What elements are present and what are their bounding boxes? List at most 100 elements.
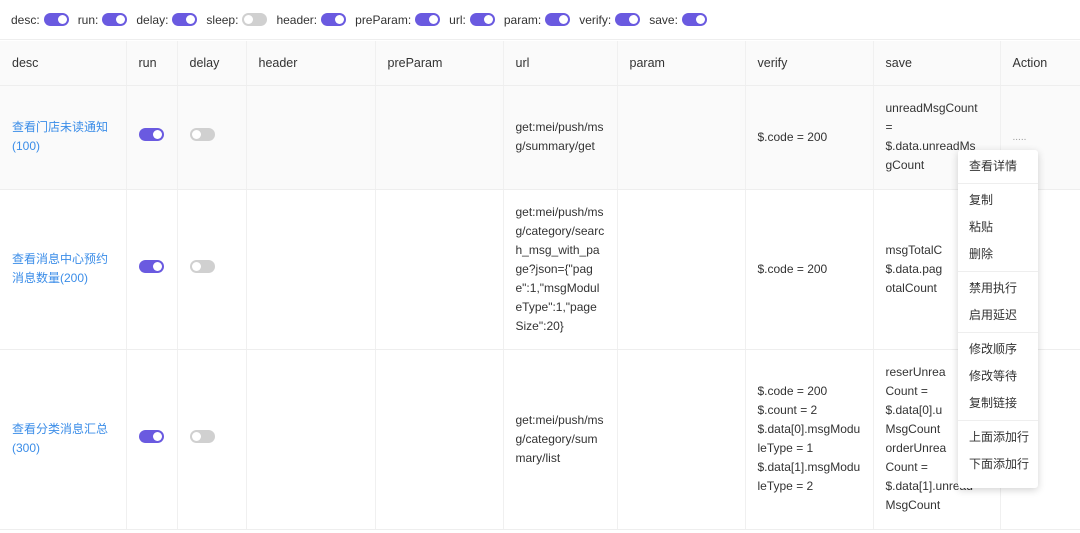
column-toggle-switch[interactable]: [102, 13, 128, 26]
menu-divider: [958, 183, 1038, 184]
switch-knob: [629, 15, 639, 24]
column-toggle-item: preParam:: [355, 12, 441, 27]
url-cell: get:mei/push/msg/category/search_msg_wit…: [503, 189, 618, 350]
switch-knob: [335, 15, 345, 24]
desc-cell[interactable]: 查看消息中心预约消息数量(200): [0, 189, 127, 350]
run-cell: [126, 189, 178, 350]
run-switch[interactable]: [138, 127, 164, 141]
header-cell: [246, 349, 376, 530]
switch-knob: [152, 261, 162, 271]
switch-knob: [191, 431, 201, 441]
switch-knob: [191, 261, 201, 271]
delay-cell: [177, 349, 247, 530]
column-toggle-item: sleep:: [206, 12, 268, 27]
run-switch[interactable]: [138, 259, 164, 273]
column-toggle-switch[interactable]: [469, 13, 495, 26]
column-toggle-label: desc:: [11, 12, 40, 27]
column-toggle-label: delay:: [136, 12, 169, 27]
column-header-header: header: [246, 41, 376, 86]
column-toggle-label: sleep:: [206, 12, 239, 27]
column-header-param: param: [617, 41, 746, 86]
table-row[interactable]: 查看分类消息汇总(300) get:mei/push/msg/category/s…: [0, 349, 1080, 530]
column-toggle-item: save:: [649, 13, 707, 27]
column-header-verify: verify: [745, 41, 874, 86]
column-toggle-label: url:: [449, 12, 466, 27]
param-cell: [617, 85, 746, 190]
delay-switch[interactable]: [189, 127, 215, 141]
column-toggle-item: verify:: [579, 13, 641, 27]
column-toggle-switch[interactable]: [681, 13, 707, 26]
column-header-url: url: [503, 41, 618, 86]
switch-knob: [152, 431, 162, 441]
table-header-row: desc run delay header preParam url param verify…: [0, 41, 1080, 86]
column-toggle-label: save:: [649, 12, 678, 27]
context-menu-item[interactable]: 修改等待: [958, 363, 1038, 390]
column-header-action: Action: [1000, 41, 1080, 86]
header-cell: [246, 189, 376, 350]
param-cell: [617, 349, 746, 530]
preparam-cell: [375, 189, 504, 350]
column-toggle-switch[interactable]: [545, 13, 571, 26]
switch-knob: [483, 15, 493, 24]
switch-knob: [57, 15, 67, 24]
switch-knob: [116, 15, 126, 24]
delay-cell: [177, 85, 247, 190]
run-cell: [126, 85, 178, 190]
column-toggle-bar: desc: run: delay: sleep: header: preParam: url…: [0, 0, 1080, 40]
context-menu-item[interactable]: 禁用执行: [958, 275, 1038, 302]
column-toggle-item: header:: [276, 12, 347, 27]
context-menu-item[interactable]: 复制链接: [958, 390, 1038, 417]
column-toggle-label: param:: [503, 12, 542, 27]
column-toggle-item: desc:: [11, 13, 69, 27]
column-toggle-switch[interactable]: [321, 13, 347, 26]
menu-divider: [958, 271, 1038, 272]
switch-knob: [152, 129, 162, 139]
context-menu-item[interactable]: 删除: [958, 241, 1038, 268]
menu-divider: [958, 420, 1038, 421]
verify-cell: $.code = 200 $.count = 2 $.data[0].msgMo…: [745, 349, 874, 530]
column-toggle-item: param:: [503, 12, 571, 27]
context-menu-item[interactable]: 粘贴: [958, 214, 1038, 241]
switch-knob: [191, 129, 201, 139]
context-menu-item[interactable]: 下面添加行: [958, 451, 1038, 478]
context-menu-item[interactable]: 上面添加行: [958, 424, 1038, 451]
column-toggle-switch[interactable]: [242, 13, 268, 26]
column-toggle-switch[interactable]: [43, 13, 69, 26]
desc-cell[interactable]: 查看分类消息汇总(300): [0, 349, 127, 530]
header-cell: [246, 85, 376, 190]
delay-switch[interactable]: [189, 429, 215, 443]
column-header-desc: desc: [0, 41, 127, 86]
column-toggle-switch[interactable]: [172, 13, 198, 26]
column-toggle-item: url:: [449, 13, 495, 27]
table-row[interactable]: 查看消息中心预约消息数量(200) get:mei/push/msg/catego…: [0, 189, 1080, 350]
preparam-cell: [375, 85, 504, 190]
switch-knob: [429, 15, 439, 24]
column-toggle-switch[interactable]: [615, 13, 641, 26]
switch-knob: [695, 15, 705, 24]
context-menu-item[interactable]: 查看详情: [958, 153, 1038, 180]
table-row[interactable]: 查看门店未读通知(100) get:mei/push/msg/summary/ge…: [0, 85, 1080, 190]
delay-switch[interactable]: [189, 259, 215, 273]
delay-cell: [177, 189, 247, 350]
verify-cell: $.code = 200: [745, 189, 874, 350]
test-case-table: desc run delay header preParam url param verify…: [0, 41, 1080, 530]
row-context-menu: 查看详情复制 粘贴 删除禁用执行 启用延迟修改顺序 修改等待 复制链接上面添加行 下面添加行: [958, 150, 1038, 488]
context-menu-item[interactable]: 复制: [958, 187, 1038, 214]
run-switch[interactable]: [138, 429, 164, 443]
context-menu-item[interactable]: 修改顺序: [958, 336, 1038, 363]
column-toggle-item: run:: [78, 13, 128, 27]
column-header-run: run: [126, 41, 178, 86]
desc-cell[interactable]: 查看门店未读通知(100): [0, 85, 127, 190]
column-toggle-label: preParam:: [355, 12, 412, 27]
context-menu-item[interactable]: 启用延迟: [958, 302, 1038, 329]
column-toggle-item: delay:: [136, 12, 198, 27]
column-header-preparam: preParam: [375, 41, 504, 86]
menu-divider: [958, 332, 1038, 333]
column-header-delay: delay: [177, 41, 247, 86]
run-cell: [126, 349, 178, 530]
column-toggle-switch[interactable]: [415, 13, 441, 26]
switch-knob: [559, 15, 569, 24]
switch-knob: [244, 15, 254, 24]
preparam-cell: [375, 349, 504, 530]
column-toggle-label: header:: [276, 12, 318, 27]
